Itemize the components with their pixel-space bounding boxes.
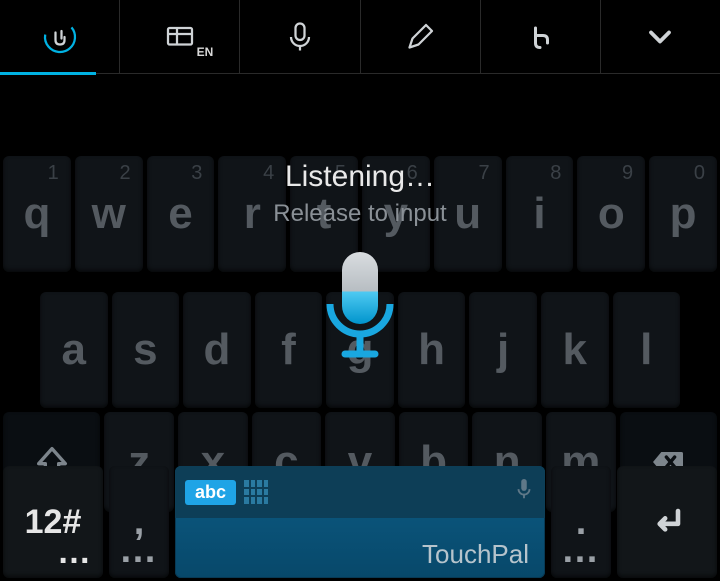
key-p[interactable]: p0: [649, 156, 717, 272]
more-dots-icon: …: [57, 533, 93, 572]
key-main-label: w: [92, 189, 126, 239]
key-hint-label: 1: [48, 162, 59, 185]
pencil-icon: [402, 19, 438, 55]
key-t[interactable]: t5: [290, 156, 358, 272]
enter-key[interactable]: [617, 466, 717, 578]
toolbar-edit-button[interactable]: [360, 0, 480, 73]
key-r[interactable]: r4: [218, 156, 286, 272]
key-main-label: t: [317, 189, 332, 239]
key-main-label: g: [347, 325, 374, 375]
toolbar: EN: [0, 0, 720, 74]
key-h[interactable]: h: [398, 292, 466, 408]
key-main-label: k: [562, 325, 586, 375]
key-a[interactable]: a: [40, 292, 108, 408]
key-main-label: a: [62, 325, 86, 375]
mic-icon: [282, 19, 318, 55]
key-row-1: q1w2e3r4t5y6u7i8o9p0: [0, 156, 720, 272]
key-main-label: s: [133, 325, 157, 375]
key-main-label: l: [640, 325, 652, 375]
toolbar-hand-button[interactable]: [0, 0, 119, 73]
chevron-down-icon: [642, 19, 678, 55]
key-y[interactable]: y6: [362, 156, 430, 272]
key-main-label: f: [281, 325, 296, 375]
key-main-label: o: [598, 189, 625, 239]
key-o[interactable]: o9: [577, 156, 645, 272]
key-hint-label: 2: [119, 162, 130, 185]
key-w[interactable]: w2: [75, 156, 143, 272]
enter-icon: [645, 500, 689, 544]
key-j[interactable]: j: [469, 292, 537, 408]
hand-icon: [42, 19, 78, 55]
key-main-label: h: [418, 325, 445, 375]
grid-icon: [244, 480, 268, 504]
toolbar-mic-button[interactable]: [239, 0, 359, 73]
key-i[interactable]: i8: [506, 156, 574, 272]
toolbar-layout-button[interactable]: EN: [119, 0, 239, 73]
abc-chip: abc: [185, 480, 236, 505]
key-main-label: j: [497, 325, 509, 375]
key-hint-label: 5: [335, 162, 346, 185]
key-main-label: r: [244, 189, 261, 239]
key-l[interactable]: l: [613, 292, 681, 408]
toolbar-twitter-button[interactable]: [480, 0, 600, 73]
key-d[interactable]: d: [183, 292, 251, 408]
key-main-label: i: [533, 189, 545, 239]
key-main-label: p: [670, 189, 697, 239]
comma-key[interactable]: , …: [109, 466, 169, 578]
key-f[interactable]: f: [255, 292, 323, 408]
key-q[interactable]: q1: [3, 156, 71, 272]
space-top: abc: [175, 466, 545, 518]
lang-badge: EN: [197, 45, 214, 59]
mic-icon: [513, 476, 535, 509]
key-row-2: asd f gh j k l: [0, 292, 720, 408]
key-u[interactable]: u7: [434, 156, 502, 272]
space-key[interactable]: abc TouchPal: [175, 466, 545, 578]
key-main-label: y: [384, 189, 408, 239]
space-brand-label: TouchPal: [422, 539, 529, 570]
key-hint-label: 4: [263, 162, 274, 185]
bottom-row: 12# … , … abc TouchPal . …: [0, 463, 720, 581]
key-hint-label: 6: [407, 162, 418, 185]
more-dots-icon: …: [561, 529, 601, 572]
key-s[interactable]: s: [112, 292, 180, 408]
key-hint-label: 9: [622, 162, 633, 185]
key-k[interactable]: k: [541, 292, 609, 408]
key-main-label: e: [168, 189, 192, 239]
key-g[interactable]: g: [326, 292, 394, 408]
twitter-icon: [522, 19, 558, 55]
key-main-label: d: [203, 325, 230, 375]
key-hint-label: 7: [478, 162, 489, 185]
key-e[interactable]: e3: [147, 156, 215, 272]
key-main-label: u: [454, 189, 481, 239]
key-main-label: q: [23, 189, 50, 239]
layout-icon: [162, 19, 198, 55]
more-dots-icon: …: [119, 529, 159, 572]
key-hint-label: 3: [191, 162, 202, 185]
key-hint-label: 8: [550, 162, 561, 185]
symbols-key[interactable]: 12# …: [3, 466, 103, 578]
toolbar-active-indicator: [0, 72, 96, 75]
period-key[interactable]: . …: [551, 466, 611, 578]
key-hint-label: 0: [694, 162, 705, 185]
toolbar-collapse-button[interactable]: [600, 0, 720, 73]
